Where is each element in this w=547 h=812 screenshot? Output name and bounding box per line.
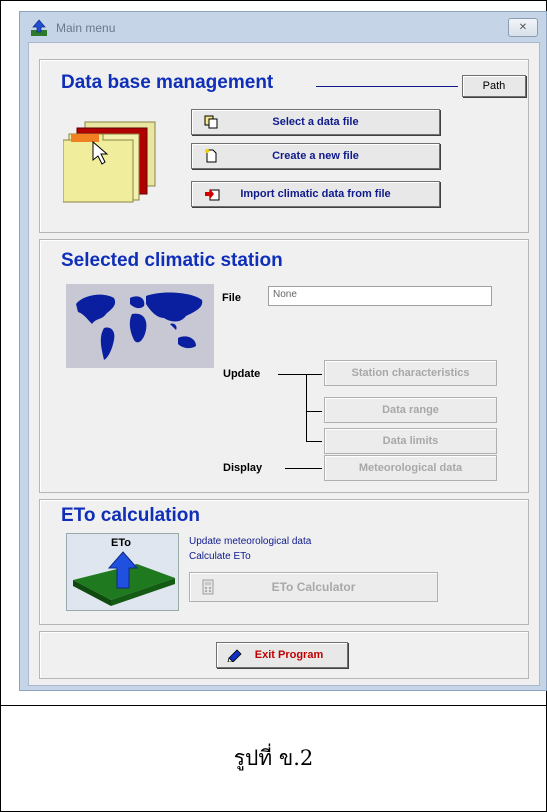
figure-caption: รูปที่ ข.2	[233, 746, 314, 770]
eto-image: ETo	[66, 533, 179, 611]
meteorological-data-button[interactable]: Meteorological data	[324, 455, 497, 481]
close-button[interactable]: ✕	[508, 18, 538, 37]
eto-line-update: Update meteorological data	[189, 536, 312, 547]
data-limits-connector	[306, 441, 322, 442]
select-data-file-label: Select a data file	[272, 116, 359, 128]
eto-line-calculate: Calculate ETo	[189, 551, 251, 562]
eto-image-label: ETo	[111, 537, 131, 549]
world-map-icon	[66, 284, 214, 368]
eto-calculator-button[interactable]: ETo Calculator	[189, 572, 438, 602]
eto-panel: ETo calculation ETo Update meteorologica…	[39, 499, 529, 625]
app-icon	[31, 19, 47, 36]
exit-panel: Exit Program	[39, 631, 529, 679]
calculator-icon	[202, 579, 214, 595]
client-area: Data base management Path Select a data …	[28, 42, 540, 686]
database-heading: Data base management	[61, 72, 274, 93]
import-icon	[205, 189, 220, 201]
path-button[interactable]: Path	[462, 75, 526, 97]
create-new-file-button[interactable]: Create a new file	[191, 143, 440, 169]
new-file-icon	[205, 149, 217, 163]
folder-icon	[63, 121, 156, 203]
file-label: File	[222, 292, 241, 304]
display-label: Display	[223, 462, 263, 474]
import-climatic-data-label: Import climatic data from file	[240, 188, 391, 200]
update-tree-vertical	[306, 374, 307, 442]
data-range-connector	[306, 411, 322, 412]
file-field[interactable]: None	[268, 286, 492, 306]
update-label: Update	[223, 368, 261, 380]
create-new-file-label: Create a new file	[272, 150, 359, 162]
display-connector	[285, 468, 322, 469]
station-characteristics-button[interactable]: Station characteristics	[324, 360, 497, 386]
data-limits-button[interactable]: Data limits	[324, 428, 497, 454]
window-title: Main menu	[56, 21, 116, 35]
exit-icon	[227, 649, 242, 662]
update-connector	[278, 374, 322, 375]
exit-program-button[interactable]: Exit Program	[216, 642, 348, 668]
select-data-file-button[interactable]: Select a data file	[191, 109, 440, 135]
database-panel: Data base management Path Select a data …	[39, 59, 529, 233]
database-heading-line	[316, 86, 458, 87]
station-heading: Selected climatic station	[61, 250, 283, 271]
copy-files-icon	[204, 115, 218, 129]
data-range-button[interactable]: Data range	[324, 397, 497, 423]
eto-calculator-label: ETo Calculator	[271, 580, 356, 594]
exit-program-label: Exit Program	[254, 649, 324, 661]
import-climatic-data-button[interactable]: Import climatic data from file	[191, 181, 440, 207]
main-menu-window: Main menu ✕ Data base management Path Se…	[19, 11, 547, 691]
title-bar[interactable]: Main menu ✕	[20, 12, 546, 42]
station-panel: Selected climatic station File None Upda…	[39, 239, 529, 493]
eto-heading: ETo calculation	[61, 505, 201, 526]
caption-divider	[0, 705, 547, 706]
